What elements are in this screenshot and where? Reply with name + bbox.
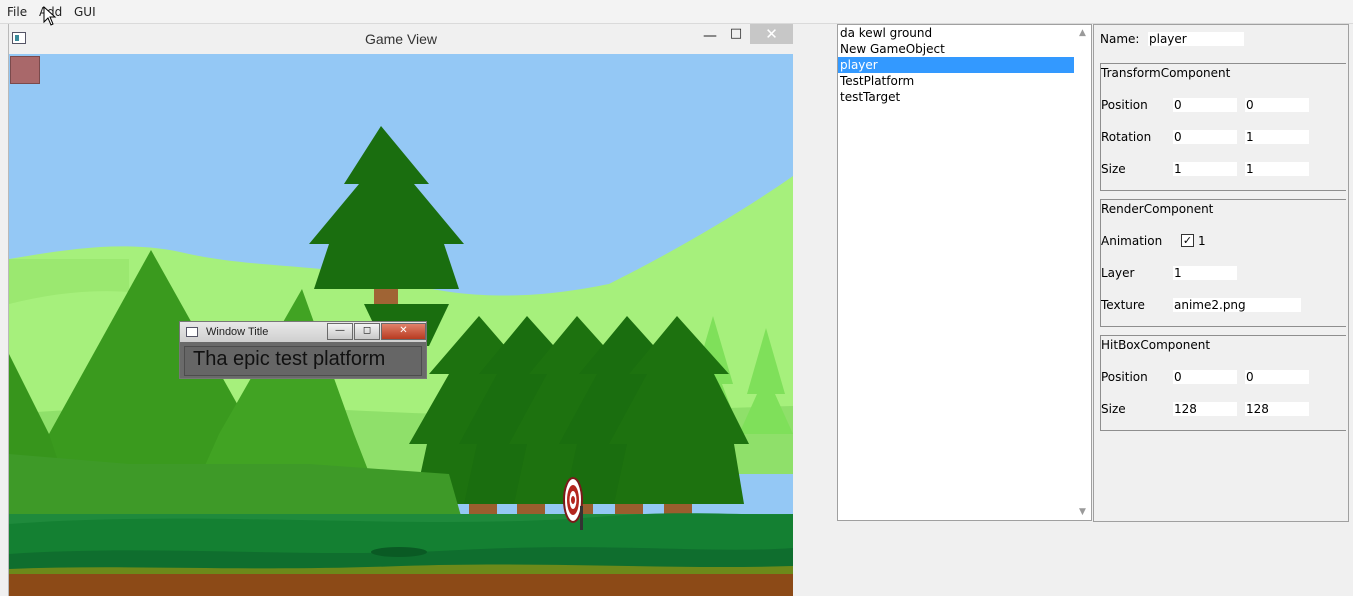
ingame-window-content: Tha epic test platform [184, 346, 422, 376]
game-view-window: Game View — □ ✕ Window Title — ◻ ✕ Tha e… [8, 24, 793, 596]
inspector-panel: Name: player TransformComponent Position… [1093, 24, 1349, 522]
menu-bar: File Add GUI [0, 0, 1353, 24]
layer-field[interactable]: 1 [1173, 266, 1237, 280]
name-label: Name: [1100, 32, 1140, 46]
scroll-down-icon[interactable]: ▼ [1074, 504, 1091, 520]
rotation-field[interactable]: 0 [1173, 130, 1237, 144]
ingame-window-text: Tha epic test platform [193, 348, 386, 370]
object-hierarchy-list[interactable]: da kewl ground New GameObject player Tes… [837, 24, 1092, 521]
game-canvas[interactable]: Window Title — ◻ ✕ Tha epic test platfor… [9, 54, 793, 596]
rotation-y-field[interactable]: 1 [1245, 130, 1309, 144]
animation-value: 1 [1198, 234, 1206, 248]
ingame-window[interactable]: Window Title — ◻ ✕ Tha epic test platfor… [179, 321, 427, 379]
texture-label: Texture [1101, 298, 1145, 312]
hitbox-position-x-field[interactable]: 0 [1173, 370, 1237, 384]
hitbox-size-x-field[interactable]: 128 [1173, 402, 1237, 416]
mouse-cursor-icon [43, 6, 57, 26]
maximize-button[interactable]: □ [725, 26, 747, 46]
hitbox-position-y-field[interactable]: 0 [1245, 370, 1309, 384]
game-view-titlebar[interactable]: Game View — □ ✕ [9, 24, 793, 54]
list-scrollbar[interactable]: ▲ ▼ [1074, 25, 1091, 520]
ingame-window-title: Window Title [206, 326, 269, 338]
list-item-selected[interactable]: player [838, 57, 1075, 73]
render-title: RenderComponent [1101, 202, 1214, 216]
layer-label: Layer [1101, 266, 1135, 280]
transform-component: TransformComponent Position 0 0 Rotation… [1100, 63, 1346, 191]
ingame-minimize-button[interactable]: — [327, 323, 353, 340]
animation-checkbox[interactable]: ✓ [1181, 234, 1194, 247]
position-x-field[interactable]: 0 [1173, 98, 1237, 112]
rotation-label: Rotation [1101, 130, 1152, 144]
hitbox-component: HitBoxComponent Position 0 0 Size 128 12… [1100, 335, 1346, 431]
minimize-button[interactable]: — [699, 28, 721, 48]
hitbox-position-label: Position [1101, 370, 1148, 384]
ingame-close-button[interactable]: ✕ [381, 323, 426, 340]
hitbox-title: HitBoxComponent [1101, 338, 1211, 352]
size-y-field[interactable]: 1 [1245, 162, 1309, 176]
ingame-window-titlebar[interactable]: Window Title — ◻ ✕ [180, 322, 426, 342]
list-item[interactable]: da kewl ground [838, 25, 1075, 41]
render-component: RenderComponent Animation ✓ 1 Layer 1 Te… [1100, 199, 1346, 327]
texture-field[interactable]: anime2.png [1173, 298, 1301, 312]
window-app-icon [186, 327, 198, 337]
ingame-maximize-button[interactable]: ◻ [354, 323, 380, 340]
player-sprite[interactable] [10, 56, 40, 84]
close-button[interactable]: ✕ [750, 24, 793, 44]
list-item[interactable]: testTarget [838, 89, 1075, 105]
size-x-field[interactable]: 1 [1173, 162, 1237, 176]
game-view-title: Game View [364, 31, 438, 47]
position-label: Position [1101, 98, 1148, 112]
scroll-up-icon[interactable]: ▲ [1074, 25, 1091, 41]
size-label: Size [1101, 162, 1126, 176]
menu-file[interactable]: File [7, 5, 27, 19]
transform-title: TransformComponent [1101, 66, 1231, 80]
name-field[interactable]: player [1148, 32, 1244, 46]
list-item[interactable]: TestPlatform [838, 73, 1075, 89]
position-y-field[interactable]: 0 [1245, 98, 1309, 112]
menu-gui[interactable]: GUI [74, 5, 96, 19]
animation-label: Animation [1101, 234, 1163, 248]
list-item[interactable]: New GameObject [838, 41, 1075, 57]
hitbox-size-y-field[interactable]: 128 [1245, 402, 1309, 416]
hitbox-size-label: Size [1101, 402, 1126, 416]
